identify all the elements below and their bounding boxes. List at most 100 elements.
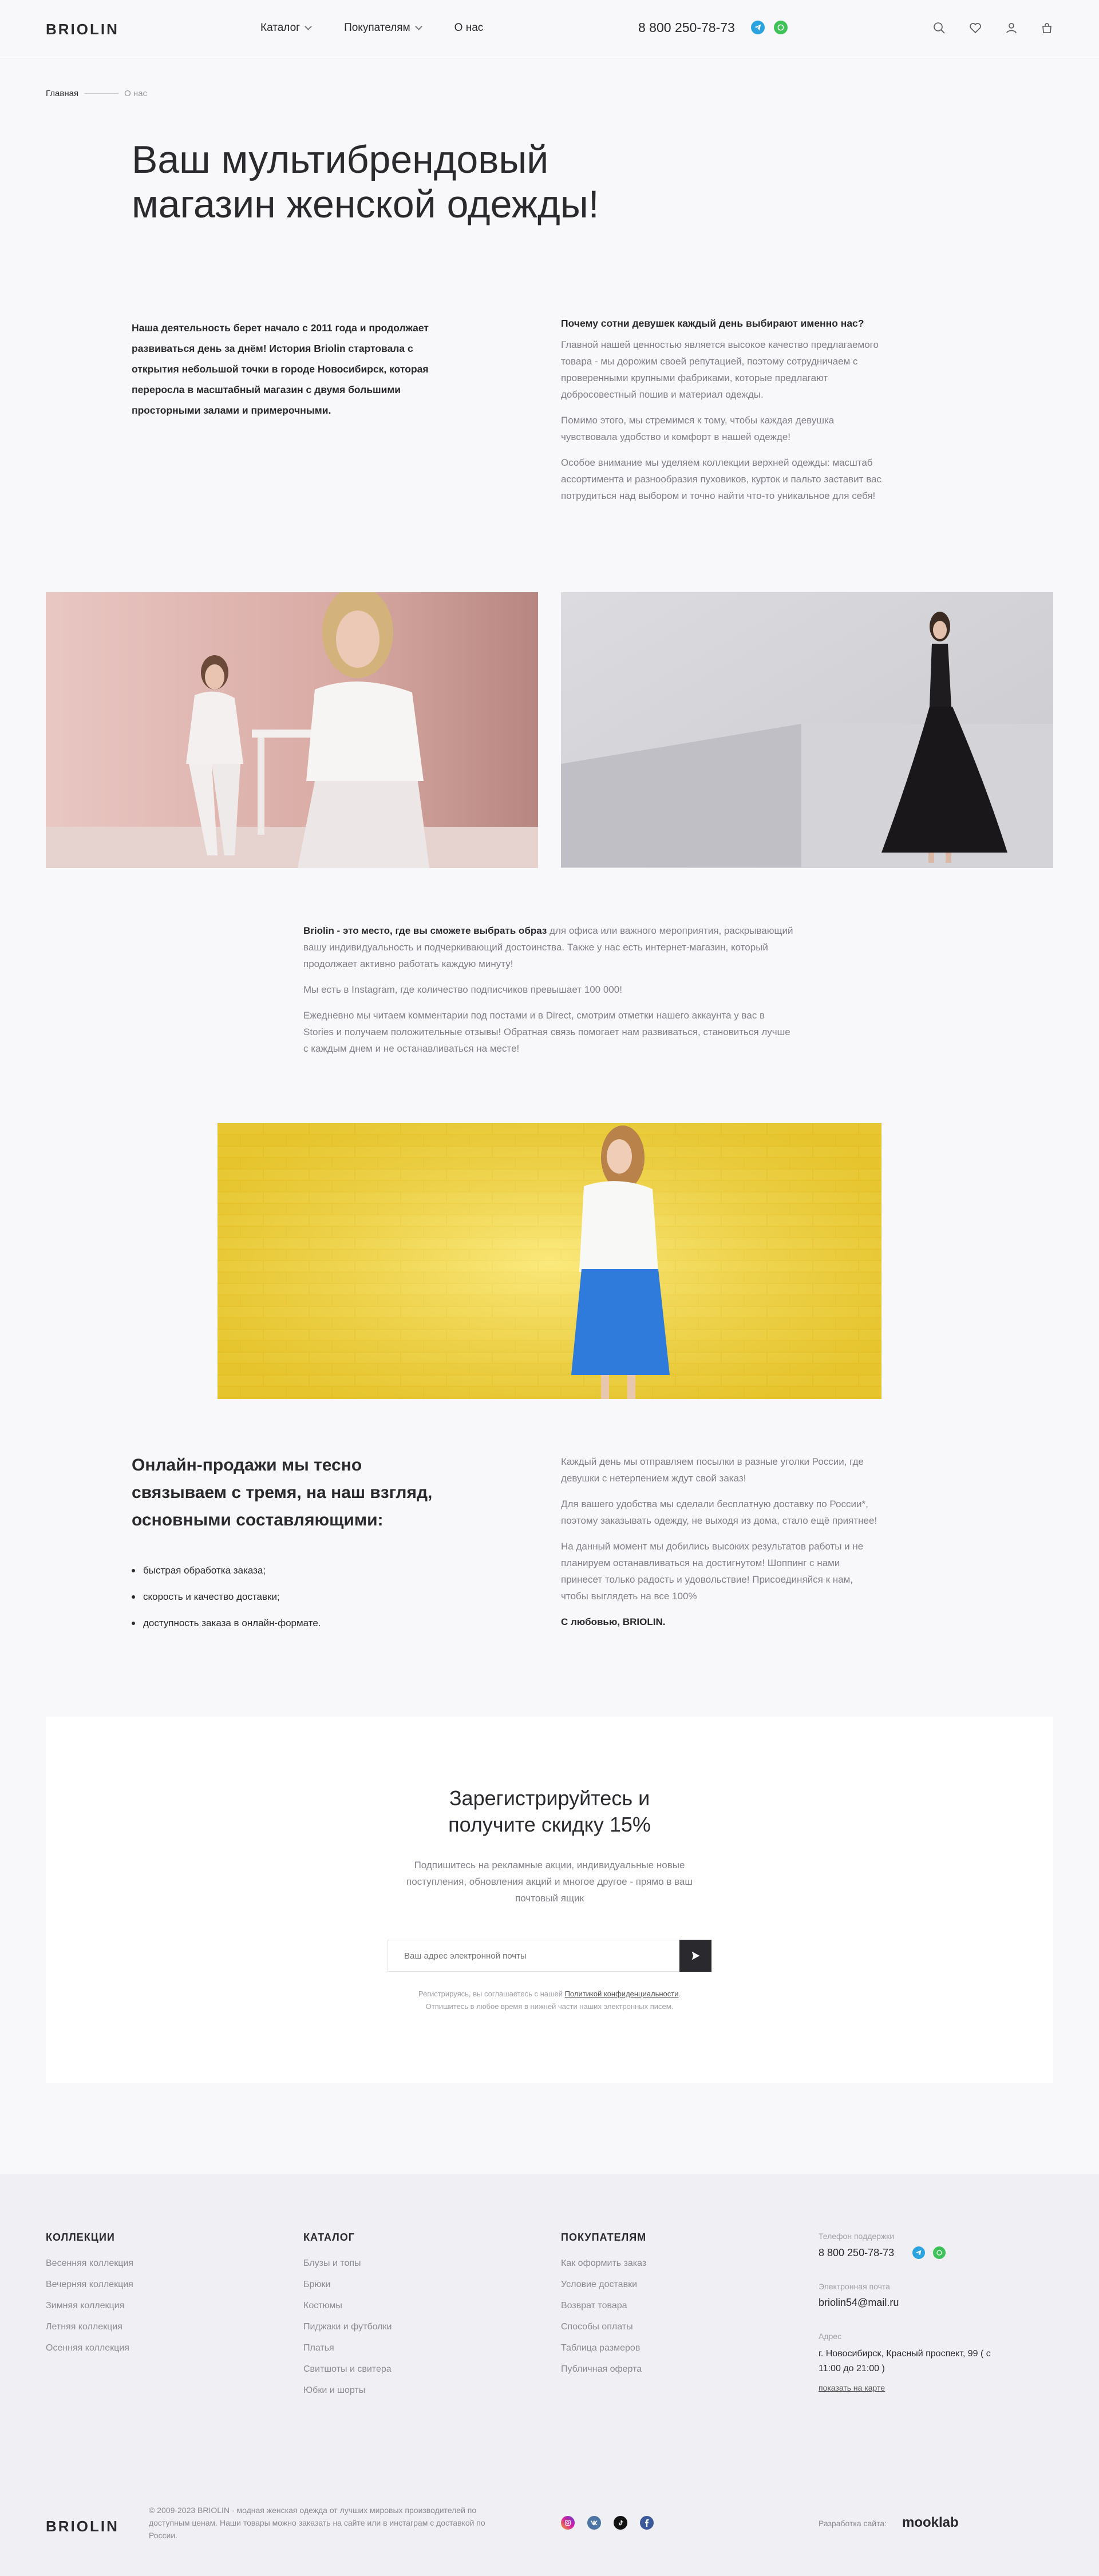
intro-why-paragraph: Особое внимание мы уделяем коллекции вер… [561, 457, 881, 501]
list-item: скорость и качество доставки; [132, 1591, 321, 1603]
whatsapp-icon[interactable] [933, 2246, 946, 2259]
footer-catalog-title: КАТАЛОГ [303, 2232, 355, 2243]
footer-collections-title: КОЛЛЕКЦИИ [46, 2232, 115, 2243]
footer-catalog: КАТАЛОГ Блузы и топы Брюки Костюмы Пиджа… [303, 2232, 392, 2407]
sales-list: быстрая обработка заказа; скорость и кач… [132, 1565, 321, 1644]
logo[interactable]: BRIOLIN [46, 21, 119, 38]
footer-link[interactable]: Осенняя коллекция [46, 2343, 133, 2353]
subscribe-note-after: . [678, 1990, 681, 1998]
subscribe-note-before: Регистрируясь, вы соглашаетесь с нашей [418, 1990, 565, 1998]
photo-women-pink [46, 592, 538, 868]
footer-link[interactable]: Весенняя коллекция [46, 2258, 133, 2269]
breadcrumb-home[interactable]: Главная [46, 89, 78, 98]
intro-why-paragraph: Помимо этого, мы стремимся к тому, чтобы… [561, 415, 835, 442]
privacy-policy-link[interactable]: Политикой конфиденциальности [565, 1990, 679, 1998]
footer-link[interactable]: Публичная оферта [561, 2364, 646, 2375]
header-phone[interactable]: 8 800 250-78-73 [638, 20, 735, 35]
photo-woman-yellow-wall [218, 1123, 881, 1399]
footer-phone-row: 8 800 250-78-73 [819, 2246, 1013, 2259]
footer-address: г. Новосибирск, Красный проспект, 99 ( с… [819, 2349, 991, 2373]
vk-icon[interactable] [587, 2516, 601, 2530]
footer-link[interactable]: Брюки [303, 2280, 392, 2290]
subscribe-title-text: Зарегистрируйтесь и получите скидку 15% [448, 1786, 651, 1836]
chevron-down-icon [305, 23, 312, 30]
developer-label: Разработка сайта: [819, 2519, 887, 2528]
footer-link[interactable]: Пиджаки и футболки [303, 2322, 392, 2332]
footer-link[interactable]: Условие доставки [561, 2280, 646, 2290]
footer-link[interactable]: Платья [303, 2343, 392, 2353]
list-item-text: доступность заказа в онлайн-формате. [143, 1618, 321, 1628]
footer-contact: Телефон поддержки 8 800 250-78-73 Электр… [819, 2232, 1013, 2393]
footer-link[interactable]: Как оформить заказ [561, 2258, 646, 2269]
site-header: BRIOLIN Каталог Покупателям О нас 8 800 … [0, 0, 1099, 58]
about-paragraph: Мы есть в Instagram, где количество подп… [303, 984, 622, 995]
sales-paragraph: На данный момент мы добились высоких рез… [561, 1541, 864, 1602]
sales-signature: С любовью, BRIOLIN. [561, 1616, 666, 1627]
about-paragraph: Ежедневно мы читаем комментарии под пост… [303, 1010, 790, 1054]
developer-logo[interactable]: mooklab [902, 2515, 959, 2531]
subscribe-title: Зарегистрируйтесь и получите скидку 15% [46, 1785, 1053, 1838]
email-field[interactable] [388, 1940, 679, 1972]
footer-link[interactable]: Зимняя коллекция [46, 2301, 133, 2311]
subscribe-text: Подпишитесь на рекламные акции, индивиду… [406, 1860, 693, 1904]
footer-logo[interactable]: BRIOLIN [46, 2518, 119, 2535]
photo-woman-black-dress [561, 592, 1053, 868]
breadcrumb: Главная О нас [46, 89, 147, 98]
footer-collections: КОЛЛЕКЦИИ Весенняя коллекция Вечерняя ко… [46, 2232, 133, 2364]
nav-customers[interactable]: Покупателям [344, 22, 422, 34]
email-label: Электронная почта [819, 2282, 890, 2291]
sales-details: Каждый день мы отправляем посылки в разн… [561, 1453, 881, 1639]
phone-label: Телефон поддержки [819, 2232, 895, 2241]
footer-link[interactable]: Костюмы [303, 2301, 392, 2311]
nav-about-label: О нас [454, 22, 484, 34]
heart-icon[interactable] [967, 20, 983, 36]
about-paragraph: Briolin - это место, где вы сможете выбр… [303, 922, 796, 972]
user-icon[interactable] [1003, 20, 1019, 36]
footer-phone[interactable]: 8 800 250-78-73 [819, 2247, 894, 2259]
intro-text: Наша деятельность берет начало с 2011 го… [132, 322, 429, 416]
footer-link[interactable]: Способы оплаты [561, 2322, 646, 2332]
list-item-text: быстрая обработка заказа; [143, 1565, 266, 1576]
social-links [561, 2516, 654, 2530]
nav-customers-label: Покупателям [344, 22, 410, 34]
show-on-map-link[interactable]: показать на карте [819, 2383, 885, 2392]
footer-customers: ПОКУПАТЕЛЯМ Как оформить заказ Условие д… [561, 2232, 646, 2385]
whatsapp-icon[interactable] [774, 21, 788, 34]
nav-about[interactable]: О нас [454, 22, 484, 34]
footer-link[interactable]: Юбки и шорты [303, 2385, 392, 2396]
list-item-text: скорость и качество доставки; [143, 1591, 280, 1602]
breadcrumb-separator [84, 93, 119, 94]
chevron-down-icon [414, 23, 422, 30]
facebook-icon[interactable] [640, 2516, 654, 2530]
footer-link[interactable]: Вечерняя коллекция [46, 2280, 133, 2290]
telegram-icon[interactable] [751, 21, 765, 34]
instagram-icon[interactable] [561, 2516, 575, 2530]
tiktok-icon[interactable] [614, 2516, 627, 2530]
nav-catalog[interactable]: Каталог [260, 22, 312, 34]
subscribe-note: Регистрируясь, вы соглашаетесь с нашей П… [46, 1988, 1053, 2013]
address-label: Адрес [819, 2332, 842, 2341]
footer-link[interactable]: Таблица размеров [561, 2343, 646, 2353]
about-lead-bold: Briolin - это место, где вы сможете выбр… [303, 925, 547, 936]
footer-link[interactable]: Летняя коллекция [46, 2322, 133, 2332]
search-icon[interactable] [931, 20, 947, 36]
breadcrumb-current: О нас [124, 89, 148, 98]
footer-link[interactable]: Свитшоты и свитера [303, 2364, 392, 2375]
intro-why-title: Почему сотни девушек каждый день выбираю… [561, 318, 864, 329]
footer-email[interactable]: briolin54@mail.ru [819, 2297, 1013, 2309]
nav-catalog-label: Каталог [260, 22, 301, 34]
copyright: © 2009-2023 BRIOLIN - модная женская оде… [149, 2506, 485, 2540]
subscribe-button[interactable] [679, 1940, 711, 1972]
cart-icon[interactable] [1039, 20, 1055, 36]
sales-paragraph: Каждый день мы отправляем посылки в разн… [561, 1456, 864, 1484]
subscribe-note-line1: Регистрируясь, вы соглашаетесь с нашей П… [46, 1988, 1053, 2000]
intro-why-paragraph: Главной нашей ценностью является высокое… [561, 339, 879, 400]
footer-customers-title: ПОКУПАТЕЛЯМ [561, 2232, 647, 2243]
intro-why: Почему сотни девушек каждый день выбираю… [561, 318, 881, 513]
footer-link[interactable]: Блузы и топы [303, 2258, 392, 2269]
telegram-icon[interactable] [912, 2246, 926, 2259]
page-title: Ваш мультибрендовый магазин женской одеж… [132, 138, 599, 226]
footer-link[interactable]: Возврат товара [561, 2301, 646, 2311]
subscribe-note-line2: Отпишитесь в любое время в нижней части … [425, 2002, 674, 2011]
site-footer: КОЛЛЕКЦИИ Весенняя коллекция Вечерняя ко… [0, 2174, 1099, 2576]
